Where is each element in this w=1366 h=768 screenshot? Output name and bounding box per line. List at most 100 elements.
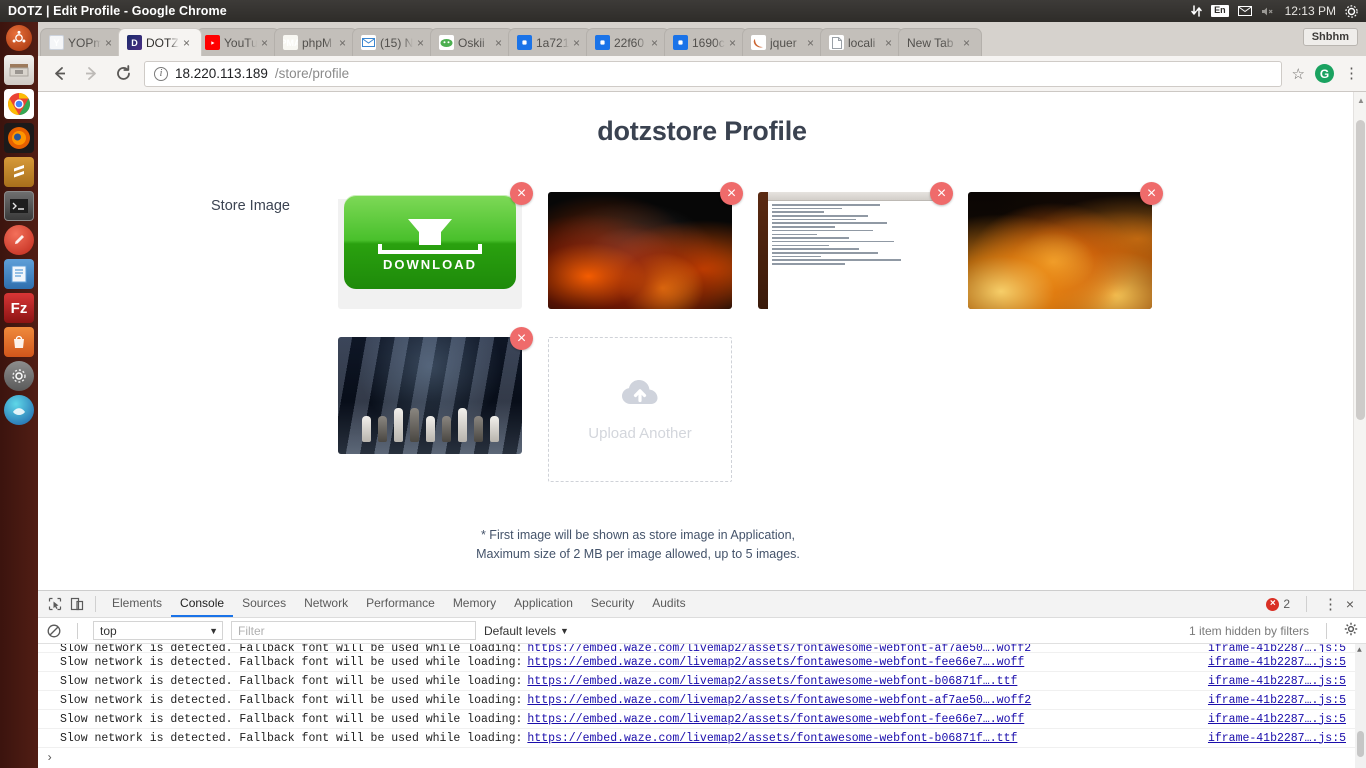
console-levels-select[interactable]: Default levels ▼ [484,624,569,638]
inspect-element-icon[interactable] [44,594,66,614]
console-log-row[interactable]: Slow network is detected. Fallback font … [38,672,1366,691]
kebab-menu-icon[interactable]: ⋮ [1323,597,1338,612]
close-icon[interactable]: × [417,37,429,49]
launcher-item-terminal[interactable] [4,191,34,221]
devtools-tab-memory[interactable]: Memory [444,591,505,617]
browser-tab-new-tab[interactable]: New Tab × [898,28,982,56]
console-log-row[interactable]: Slow network is detected. Fallback font … [38,710,1366,729]
page-scrollbar-thumb[interactable] [1356,120,1365,420]
browser-tab-localhost[interactable]: locali × [820,28,904,56]
launcher-item-filezilla[interactable]: Fz [4,293,34,323]
kebab-menu-icon[interactable]: ⋮ [1344,66,1359,81]
console-log-link[interactable]: https://embed.waze.com/livemap2/assets/f… [527,644,1031,652]
console-log-row[interactable]: Slow network is detected. Fallback font … [38,729,1366,748]
forward-arrow-icon[interactable] [80,63,102,85]
console-scrollbar[interactable]: ▲ [1355,644,1366,768]
close-icon[interactable]: × [495,37,507,49]
browser-tab-youtube[interactable]: YouTu × [196,28,280,56]
close-icon[interactable]: × [105,37,117,49]
console-prompt[interactable]: › [38,748,1366,767]
console-scrollbar-thumb[interactable] [1357,731,1364,757]
volume-muted-icon[interactable] [1261,6,1276,17]
upload-another-dropzone[interactable]: Upload Another [548,337,732,482]
browser-tab-yopmail[interactable]: Y YOPm × [40,28,124,56]
launcher-item-ubuntu-software[interactable] [4,327,34,357]
image-thumbnail-item[interactable]: × [968,182,1163,309]
close-icon[interactable]: × [963,37,975,49]
devtools-tab-elements[interactable]: Elements [103,591,171,617]
grammarly-icon[interactable]: G [1315,64,1334,83]
console-log-link[interactable]: https://embed.waze.com/livemap2/assets/f… [527,656,1024,669]
close-icon[interactable]: × [1344,597,1356,611]
browser-tab-1a721[interactable]: 1a721 × [508,28,592,56]
console-log-row[interactable]: Slow network is detected. Fallback font … [38,691,1366,710]
browser-tab-phpmyadmin[interactable]: PMA phpM × [274,28,358,56]
launcher-item-blue-app[interactable] [4,395,34,425]
devtools-tab-sources[interactable]: Sources [233,591,295,617]
star-icon[interactable]: ☆ [1292,65,1305,83]
browser-tab-jquery[interactable]: jquer × [742,28,826,56]
console-log-row[interactable]: Slow network is detected. Fallback font … [38,653,1366,672]
console-message-list[interactable]: Slow network is detected. Fallback font … [38,644,1366,768]
console-log-source[interactable]: iframe-41b2287….js:5 [1208,713,1346,726]
launcher-item-red-app[interactable] [4,225,34,255]
browser-tab-oskii[interactable]: Oskii × [430,28,514,56]
close-icon[interactable]: × [885,37,897,49]
console-log-source[interactable]: iframe-41b2287….js:5 [1208,644,1346,652]
clear-console-icon[interactable] [46,623,62,639]
remove-image-button[interactable]: × [510,182,533,205]
console-log-link[interactable]: https://embed.waze.com/livemap2/assets/f… [527,732,1017,745]
devtools-tab-performance[interactable]: Performance [357,591,444,617]
keyboard-layout-indicator[interactable]: En [1211,5,1229,17]
close-icon[interactable]: × [651,37,663,49]
console-log-source[interactable]: iframe-41b2287….js:5 [1208,694,1346,707]
image-thumbnail-item[interactable]: DOWNLOAD × [338,182,533,309]
devtools-tab-audits[interactable]: Audits [643,591,694,617]
close-icon[interactable]: × [573,37,585,49]
remove-image-button[interactable]: × [1140,182,1163,205]
devtools-tab-console[interactable]: Console [171,591,234,617]
console-log-link[interactable]: https://embed.waze.com/livemap2/assets/f… [527,713,1024,726]
burning-embers-photo[interactable] [548,192,732,309]
download-button-graphic[interactable]: DOWNLOAD [338,192,522,309]
console-log-source[interactable]: iframe-41b2287….js:5 [1208,656,1346,669]
browser-tab-dotz[interactable]: D DOTZ × [118,28,202,56]
close-icon[interactable]: × [261,37,273,49]
devtools-tab-application[interactable]: Application [505,591,582,617]
page-scrollbar[interactable]: ▲ ▼ [1353,92,1366,638]
launcher-item-firefox[interactable] [4,123,34,153]
close-icon[interactable]: × [729,37,741,49]
address-bar[interactable]: i 18.220.113.189/store/profile [144,60,1282,87]
console-log-row[interactable]: Slow network is detected. Fallback font … [38,644,1366,653]
scroll-up-arrow-icon[interactable]: ▲ [1357,96,1365,105]
browser-tab-1690c[interactable]: 1690c × [664,28,748,56]
fire-flames-photo[interactable] [968,192,1152,309]
console-log-link[interactable]: https://embed.waze.com/livemap2/assets/f… [527,675,1017,688]
image-thumbnail-item[interactable]: × [548,182,743,309]
console-log-source[interactable]: iframe-41b2287….js:5 [1208,675,1346,688]
launcher-item-sublime-text[interactable] [4,157,34,187]
devtools-tab-network[interactable]: Network [295,591,357,617]
network-updown-icon[interactable] [1191,5,1202,17]
gear-icon[interactable] [1345,4,1358,18]
remove-image-button[interactable]: × [930,182,953,205]
close-icon[interactable]: × [339,37,351,49]
error-count-badge[interactable]: × 2 [1266,597,1290,611]
console-log-source[interactable]: iframe-41b2287….js:5 [1208,732,1346,745]
mail-icon[interactable] [1237,6,1252,16]
console-log-link[interactable]: https://embed.waze.com/livemap2/assets/f… [527,694,1031,707]
info-circle-icon[interactable]: i [154,66,168,81]
console-context-select[interactable]: top ▼ [93,621,223,640]
device-toolbar-icon[interactable] [66,594,88,614]
browser-tab-22f60[interactable]: 22f60 × [586,28,670,56]
image-thumbnail-item[interactable]: × [758,182,953,309]
code-editor-screenshot[interactable] [758,192,942,309]
console-filter-input[interactable]: Filter [231,621,476,640]
reload-icon[interactable] [112,63,134,85]
devtools-tab-security[interactable]: Security [582,591,643,617]
scroll-up-arrow-icon[interactable]: ▲ [1357,646,1362,655]
image-thumbnail-item[interactable]: × [338,327,533,454]
launcher-item-text-editor[interactable] [4,259,34,289]
browser-tab-mail[interactable]: (15) N × [352,28,436,56]
launcher-item-system-tool[interactable] [4,361,34,391]
